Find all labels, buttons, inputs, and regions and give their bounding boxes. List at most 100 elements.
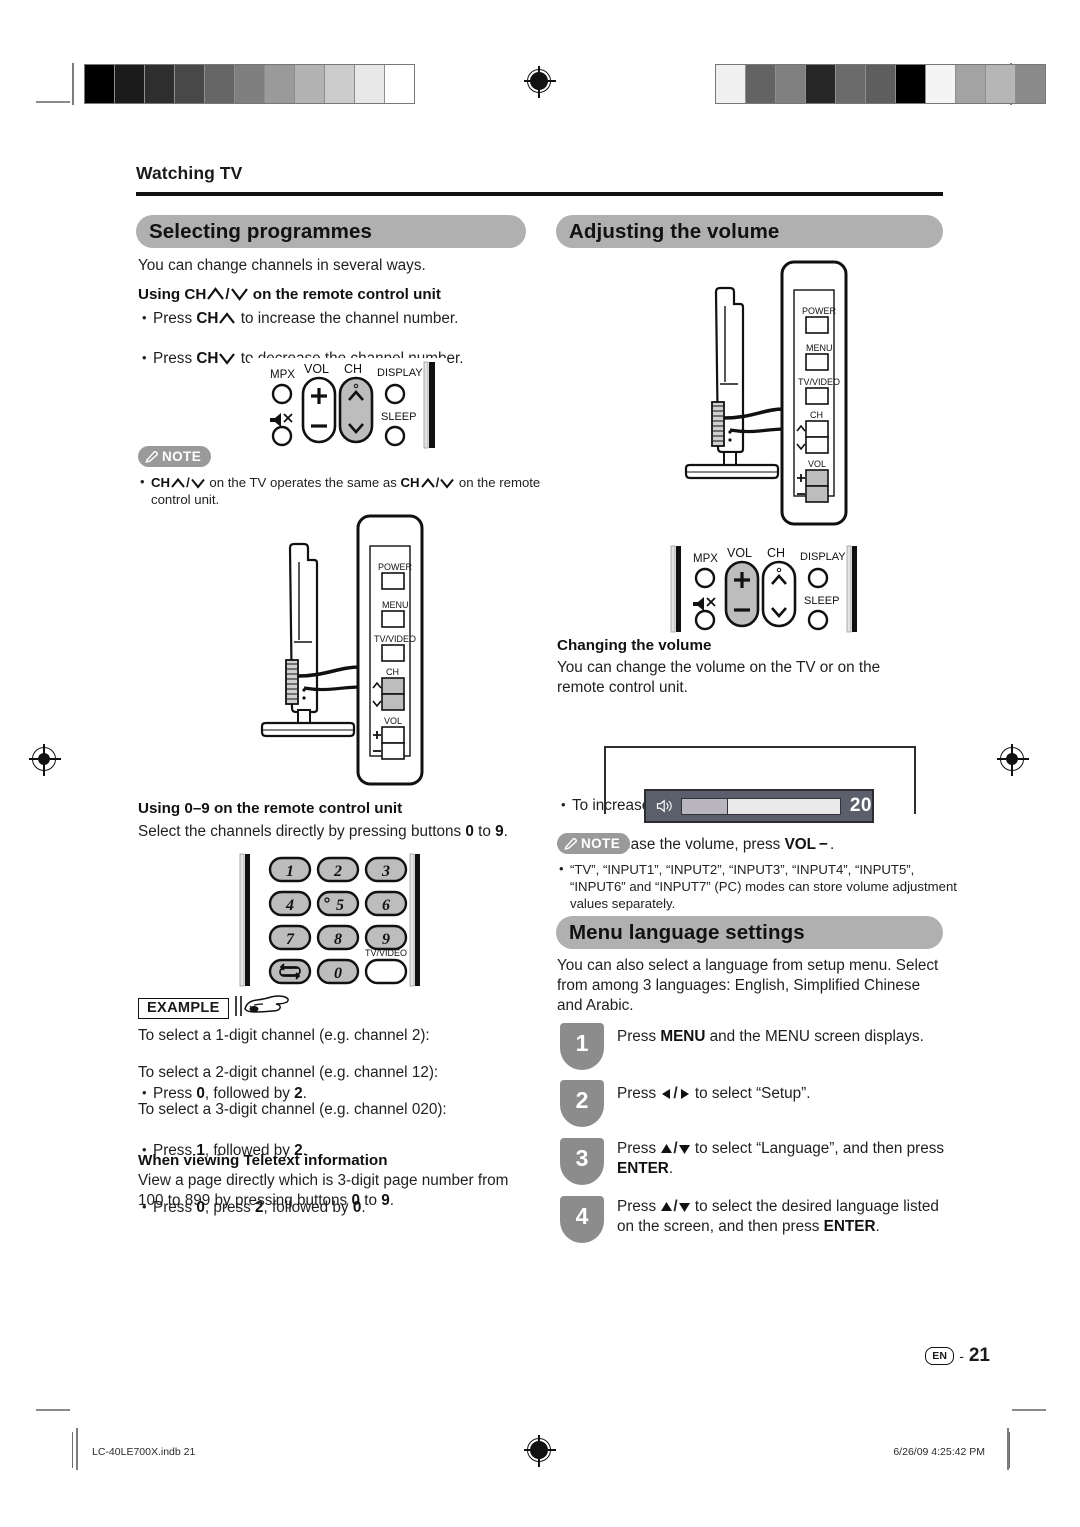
step-number: 3 — [575, 1145, 589, 1171]
section-title-text: Menu language settings — [569, 920, 805, 944]
remote-label-vol: VOL — [727, 546, 752, 560]
remote-top-illustration-right: MPX VOL CH DISPLAY SLEEP — [667, 542, 863, 638]
remote-label-sleep: SLEEP — [381, 411, 416, 423]
bullet-post: to increase the channel number. — [236, 310, 459, 327]
speaker-icon — [656, 799, 672, 813]
step-badge-4: 4 — [560, 1196, 604, 1243]
remote-label-mpx: MPX — [270, 369, 295, 381]
step-number: 2 — [575, 1087, 589, 1113]
panel-label-menu: MENU — [806, 343, 833, 353]
step-key-menu: MENU — [660, 1028, 706, 1045]
page-number-dash: - — [959, 1348, 964, 1364]
key-5: 5 — [336, 897, 344, 914]
locale-badge: EN — [925, 1347, 955, 1365]
key-3: 3 — [381, 863, 390, 880]
ch-down-icon — [230, 288, 248, 301]
changing-volume-para-text: You can change the volume on the TV or o… — [557, 659, 881, 696]
wedge-patch — [926, 65, 956, 103]
tv-side-panel-illustration-left: POWER MENU TV/VIDEO CH VOL — [260, 514, 424, 786]
step-pre: Press — [617, 1198, 661, 1215]
note-badge-label: NOTE — [162, 449, 202, 464]
wedge-patch — [806, 65, 836, 103]
note-mid: on the TV operates the same as — [205, 475, 401, 490]
key-7: 7 — [286, 931, 295, 948]
remote-top-illustration-left: MPX VOL CH DISPLAY SLEEP — [250, 358, 446, 454]
teletext-pre: View a page directly which is 3-digit pa… — [138, 1172, 509, 1209]
example-block: EXAMPLE — [138, 995, 294, 1019]
trim-bar-left — [72, 63, 74, 105]
step-post: to select “Setup”. — [690, 1085, 811, 1102]
key-8: 8 — [334, 931, 342, 948]
menu-language-intro-text: You can also select a language from setu… — [557, 957, 939, 1014]
wedge-patch — [145, 65, 175, 103]
wedge-patch — [325, 65, 355, 103]
panel-vol-plus-highlight — [805, 469, 829, 487]
arrow-up-icon — [661, 1202, 673, 1211]
left-intro-text: You can change channels in several ways. — [138, 257, 426, 274]
note-badge-label: NOTE — [581, 836, 621, 851]
panel-label-tvvideo: TV/VIDEO — [374, 634, 416, 644]
note-text: “TV”, “INPUT1”, “INPUT2”, “INPUT3”, “INP… — [570, 862, 957, 911]
pencil-icon — [564, 838, 577, 850]
pencil-icon — [145, 451, 158, 463]
panel-label-power: POWER — [378, 562, 413, 572]
step-pre: Press — [617, 1085, 661, 1102]
wedge-patch — [1016, 65, 1045, 103]
volume-track — [680, 797, 841, 815]
step-key-enter: ENTER — [823, 1218, 876, 1235]
panel-label-vol: VOL — [808, 459, 826, 469]
subhead-changing-volume: Changing the volume — [557, 636, 957, 656]
step-pre: Press — [617, 1028, 661, 1045]
step-badge-1: 1 — [560, 1023, 604, 1070]
remote-keypad-illustration: TV/VIDEO 1 2 3 4 5 6 7 8 9 0 — [239, 853, 420, 987]
footer-rule-right — [1009, 1432, 1011, 1468]
teletext-post: . — [389, 1192, 395, 1209]
digits-intro-mid: to — [473, 823, 496, 840]
bullet-key: CH — [196, 350, 219, 367]
subhead-using-ch-pre: Using CH — [138, 286, 207, 303]
panel-label-menu: MENU — [382, 600, 409, 610]
wedge-patch — [355, 65, 385, 103]
panel-ch-down-highlight — [381, 693, 405, 711]
note-badge: NOTE — [138, 446, 212, 467]
subhead-using-digits-text: Using 0–9 on the remote control unit — [138, 800, 403, 817]
panel-ch-up-highlight — [381, 677, 405, 695]
arrow-left-icon — [662, 1089, 671, 1099]
wedge-patch — [385, 65, 414, 103]
wedge-patch — [205, 65, 235, 103]
crop-tick — [36, 1409, 70, 1411]
volume-osd: 20 — [644, 789, 874, 823]
registration-mark-left — [29, 744, 61, 776]
note-block-right: NOTE “TV”, “INPUT1”, “INPUT2”, “INPUT3”,… — [557, 833, 963, 912]
key-1: 1 — [286, 863, 294, 880]
grayscale-wedge-left — [84, 64, 415, 104]
note-key-2: CH — [400, 475, 420, 490]
wedge-patch — [115, 65, 145, 103]
ch-up-icon — [171, 477, 185, 488]
arrow-right-icon — [680, 1089, 689, 1099]
wedge-patch — [956, 65, 986, 103]
section-title-text: Adjusting the volume — [569, 219, 780, 243]
remote-label-sleep: SLEEP — [804, 595, 839, 607]
wedge-patch — [175, 65, 205, 103]
step-text-2: Press / to select “Setup”. — [617, 1085, 811, 1102]
panel-label-vol: VOL — [384, 716, 402, 726]
step-post: and the MENU screen displays. — [705, 1028, 924, 1045]
teletext-key-0: 0 — [351, 1192, 360, 1209]
ch-down-icon — [219, 353, 236, 365]
remote-label-mpx: MPX — [693, 553, 718, 565]
step-pre: Press — [617, 1140, 661, 1157]
wedge-patch — [836, 65, 866, 103]
volume-fill — [681, 798, 728, 814]
bullet-pre: Press — [153, 310, 197, 327]
example-line-3: To select a 2-digit channel (e.g. channe… — [138, 1063, 548, 1083]
tvvideo-button — [364, 958, 408, 985]
key-9: 9 — [382, 931, 390, 948]
ch-up-icon — [420, 477, 435, 488]
wedge-patch — [896, 65, 926, 103]
wedge-patch — [746, 65, 776, 103]
footer-timestamp: 6/26/09 4:25:42 PM — [893, 1446, 985, 1458]
step-post: . — [875, 1218, 880, 1235]
wedge-patch — [776, 65, 806, 103]
crop-tick — [1012, 1409, 1046, 1411]
